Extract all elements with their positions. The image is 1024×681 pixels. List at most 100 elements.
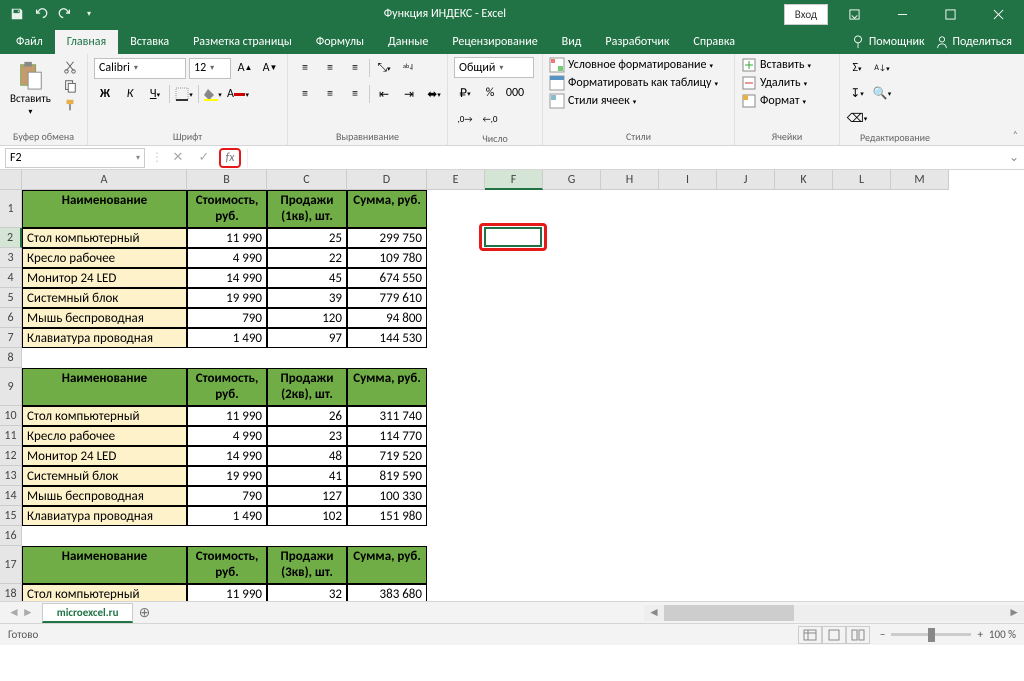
cell[interactable]: 383 680	[347, 584, 427, 601]
cell[interactable]: Наименование	[22, 546, 187, 584]
cell[interactable]: 41	[267, 466, 347, 486]
column-header-D[interactable]: D	[347, 170, 427, 190]
cell[interactable]: 11 990	[187, 406, 267, 426]
zoom-level[interactable]: 100 %	[989, 628, 1016, 641]
comma-icon[interactable]: 000	[504, 82, 526, 104]
tab-insert[interactable]: Вставка	[118, 30, 181, 54]
border-button[interactable]: ▾	[173, 83, 195, 105]
row-header-1[interactable]: 1	[0, 190, 22, 228]
zoom-out-button[interactable]: −	[880, 628, 885, 641]
column-header-L[interactable]: L	[833, 170, 891, 190]
delete-cells-button[interactable]: Удалить▾	[741, 75, 807, 91]
view-normal-icon[interactable]	[798, 626, 822, 644]
cell[interactable]: Сумма, руб.	[347, 190, 427, 228]
cell[interactable]: Стоимость, руб.	[187, 546, 267, 584]
row-header-14[interactable]: 14	[0, 486, 22, 506]
italic-button[interactable]: К	[119, 83, 141, 105]
tab-page-layout[interactable]: Разметка страницы	[181, 30, 304, 54]
qat-customize-icon[interactable]: ▾	[78, 3, 100, 25]
row-header-9[interactable]: 9	[0, 368, 22, 406]
cell[interactable]: 674 550	[347, 268, 427, 288]
column-header-H[interactable]: H	[601, 170, 659, 190]
percent-icon[interactable]: %	[479, 82, 501, 104]
cell[interactable]: 779 610	[347, 288, 427, 308]
cell[interactable]: 311 740	[347, 406, 427, 426]
font-color-button[interactable]: A▾	[227, 83, 249, 105]
tab-view[interactable]: Вид	[550, 30, 594, 54]
autosum-icon[interactable]: Σ▾	[846, 57, 868, 79]
cell[interactable]: Клавиатура проводная	[22, 506, 187, 526]
new-sheet-button[interactable]: ⊕	[133, 604, 155, 621]
cell[interactable]: 39	[267, 288, 347, 308]
align-left-icon[interactable]: ≡	[294, 83, 316, 105]
cell[interactable]: 4 990	[187, 426, 267, 446]
ribbon-options-button[interactable]	[832, 0, 876, 28]
cell[interactable]: 102	[267, 506, 347, 526]
fill-color-button[interactable]: ▾	[202, 83, 224, 105]
format-painter-button[interactable]	[61, 97, 79, 113]
tab-home[interactable]: Главная	[55, 30, 118, 54]
decrease-decimal-icon[interactable]: ←,0	[479, 108, 501, 130]
cell[interactable]: Стоимость, руб.	[187, 368, 267, 406]
cell[interactable]: 45	[267, 268, 347, 288]
decrease-font-icon[interactable]: A▼	[259, 57, 281, 79]
cell[interactable]: 14 990	[187, 446, 267, 466]
undo-button[interactable]	[30, 3, 52, 25]
cell[interactable]: 4 990	[187, 248, 267, 268]
cell[interactable]: Продажи (1кв), шт.	[267, 190, 347, 228]
cell[interactable]: 719 520	[347, 446, 427, 466]
underline-button[interactable]: Ч▾	[144, 83, 166, 105]
sheet-nav-prev-icon[interactable]: ◄	[8, 605, 20, 620]
row-header-10[interactable]: 10	[0, 406, 22, 426]
sheet-tab-active[interactable]: microexcel.ru	[42, 603, 134, 623]
align-right-icon[interactable]: ≡	[344, 83, 366, 105]
cell[interactable]: Стол компьютерный	[22, 228, 187, 248]
row-header-17[interactable]: 17	[0, 546, 22, 584]
format-cells-button[interactable]: Формат▾	[741, 93, 806, 109]
align-bottom-icon[interactable]: ≡	[344, 57, 366, 79]
row-header-18[interactable]: 18	[0, 584, 22, 601]
row-header-4[interactable]: 4	[0, 268, 22, 288]
cell[interactable]: Мышь беспроводная	[22, 486, 187, 506]
align-middle-icon[interactable]: ≡	[319, 57, 341, 79]
row-header-13[interactable]: 13	[0, 466, 22, 486]
save-button[interactable]	[6, 3, 28, 25]
cell[interactable]: Наименование	[22, 190, 187, 228]
row-header-5[interactable]: 5	[0, 288, 22, 308]
cell-grid[interactable]: НаименованиеСтоимость, руб.Продажи (1кв)…	[22, 190, 1024, 601]
column-header-A[interactable]: A	[22, 170, 187, 190]
tab-developer[interactable]: Разработчик	[593, 30, 681, 54]
decrease-indent-icon[interactable]: ⇤	[373, 83, 395, 105]
cell[interactable]: 23	[267, 426, 347, 446]
cell[interactable]: 120	[267, 308, 347, 328]
cell[interactable]: 22	[267, 248, 347, 268]
cell[interactable]: 26	[267, 406, 347, 426]
cell[interactable]: 790	[187, 486, 267, 506]
sort-filter-icon[interactable]: A↓▾	[871, 57, 893, 79]
cell[interactable]: 11 990	[187, 228, 267, 248]
find-icon[interactable]: 🔍▾	[871, 82, 893, 104]
cell[interactable]: Стол компьютерный	[22, 406, 187, 426]
paste-button[interactable]: Вставить▾	[6, 57, 55, 120]
collapse-ribbon-icon[interactable]: ˄	[1013, 128, 1018, 141]
wrap-text-icon[interactable]: ab	[398, 57, 420, 79]
name-box[interactable]: F2▾	[5, 148, 145, 168]
formula-input[interactable]	[247, 148, 1004, 168]
bold-button[interactable]: Ж	[94, 83, 116, 105]
cell[interactable]: 14 990	[187, 268, 267, 288]
column-header-K[interactable]: K	[775, 170, 833, 190]
cell[interactable]: 97	[267, 328, 347, 348]
merge-cells-icon[interactable]: ⬌▾	[423, 83, 445, 105]
font-size-combo[interactable]: 12▾	[189, 58, 231, 79]
cell[interactable]: 114 770	[347, 426, 427, 446]
tell-me-button[interactable]: Помощник	[851, 35, 925, 49]
sheet-nav-next-icon[interactable]: ►	[22, 605, 34, 620]
expand-formula-bar-icon[interactable]: ⌄	[1004, 150, 1024, 165]
maximize-button[interactable]	[928, 0, 972, 28]
cell[interactable]: Монитор 24 LED	[22, 446, 187, 466]
conditional-format-button[interactable]: Условное форматирование▾	[549, 57, 713, 73]
cell[interactable]: 151 980	[347, 506, 427, 526]
share-button[interactable]: Поделиться	[935, 35, 1012, 49]
cell[interactable]: 109 780	[347, 248, 427, 268]
cell[interactable]: 127	[267, 486, 347, 506]
